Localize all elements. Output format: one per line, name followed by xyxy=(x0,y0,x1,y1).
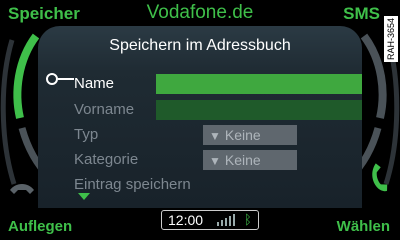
panel-title: Speichern im Adressbuch xyxy=(109,37,291,54)
typ-label: Typ xyxy=(74,126,99,143)
typ-value: Keine xyxy=(224,127,261,143)
typ-dropdown[interactable]: ▼ Keine xyxy=(203,125,297,145)
signal-strength-icon xyxy=(217,214,239,226)
status-bar: 12:00 ᛒ xyxy=(161,210,259,230)
reference-code: RAH-3654 xyxy=(384,16,398,62)
left-arc-outer xyxy=(0,39,17,185)
vorname-label: Vorname xyxy=(74,101,135,118)
hangup-icon xyxy=(10,184,34,194)
vorname-field[interactable] xyxy=(156,100,362,120)
clock: 12:00 xyxy=(168,212,204,228)
name-field[interactable] xyxy=(156,74,362,94)
row-vorname[interactable]: Vorname xyxy=(38,98,362,122)
hangup-softkey[interactable]: Auflegen xyxy=(8,218,72,235)
left-arc-top xyxy=(13,33,40,119)
save-entry-label: Eintrag speichern xyxy=(74,176,191,193)
dropdown-arrow-icon: ▼ xyxy=(209,154,221,168)
row-name[interactable]: Name xyxy=(38,72,362,96)
row-typ[interactable]: Typ ▼ Keine xyxy=(38,123,362,147)
row-kategorie[interactable]: Kategorie ▼ Keine xyxy=(38,148,362,172)
bluetooth-icon: ᛒ xyxy=(244,212,252,227)
right-arc-top xyxy=(360,33,387,119)
scroll-down-icon xyxy=(78,193,90,200)
kategorie-dropdown[interactable]: ▼ Keine xyxy=(203,150,297,170)
address-book-panel: Speichern im Adressbuch Name Vorname Typ… xyxy=(38,26,362,208)
dropdown-arrow-icon: ▼ xyxy=(209,129,221,143)
name-label: Name xyxy=(74,75,115,92)
kategorie-label: Kategorie xyxy=(74,151,139,168)
dial-softkey[interactable]: Wählen xyxy=(337,218,390,235)
kategorie-value: Keine xyxy=(224,152,261,168)
